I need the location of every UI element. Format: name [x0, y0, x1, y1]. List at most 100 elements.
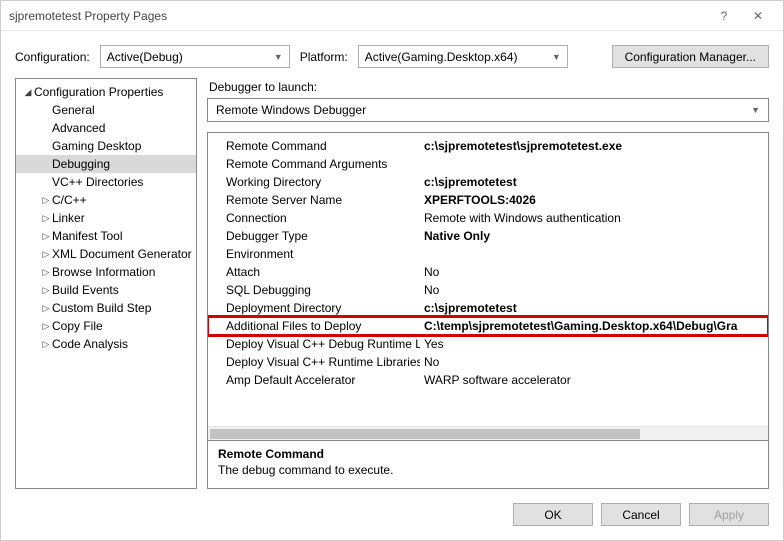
tree-item-label: C/C++: [52, 193, 87, 207]
property-row[interactable]: AttachNo: [208, 263, 768, 281]
platform-label: Platform:: [300, 50, 348, 64]
property-name: Working Directory: [208, 175, 420, 189]
description-panel: Remote Command The debug command to exec…: [207, 441, 769, 489]
property-value[interactable]: No: [420, 283, 768, 297]
property-name: Remote Command: [208, 139, 420, 153]
property-row[interactable]: Deployment Directoryc:\sjpremotetest: [208, 299, 768, 317]
help-button[interactable]: ?: [707, 5, 741, 27]
expand-icon[interactable]: ▷: [40, 339, 52, 350]
chevron-down-icon: ▼: [552, 52, 561, 62]
property-value[interactable]: No: [420, 265, 768, 279]
tree-item-label: Debugging: [52, 157, 110, 171]
platform-combo[interactable]: Active(Gaming.Desktop.x64) ▼: [358, 45, 568, 68]
tree-item-label: Build Events: [52, 283, 119, 297]
property-value[interactable]: Yes: [420, 337, 768, 351]
property-value[interactable]: XPERFTOOLS:4026: [420, 193, 768, 207]
tree-item[interactable]: ▷Browse Information: [16, 263, 196, 281]
property-value[interactable]: c:\sjpremotetest\sjpremotetest.exe: [420, 139, 768, 153]
tree-item-label: Advanced: [52, 121, 105, 135]
window-title: sjpremotetest Property Pages: [9, 9, 707, 23]
property-name: Deploy Visual C++ Debug Runtime Librarie…: [208, 337, 420, 351]
ok-button[interactable]: OK: [513, 503, 593, 526]
property-row[interactable]: SQL DebuggingNo: [208, 281, 768, 299]
property-value[interactable]: c:\sjpremotetest: [420, 301, 768, 315]
property-row[interactable]: Additional Files to DeployC:\temp\sjprem…: [208, 317, 768, 335]
property-value[interactable]: No: [420, 355, 768, 369]
expand-icon[interactable]: ▷: [40, 285, 52, 296]
chevron-down-icon: ▼: [751, 105, 760, 115]
platform-value: Active(Gaming.Desktop.x64): [365, 50, 518, 64]
tree-item[interactable]: ▷Code Analysis: [16, 335, 196, 353]
property-row[interactable]: ConnectionRemote with Windows authentica…: [208, 209, 768, 227]
configuration-label: Configuration:: [15, 50, 90, 64]
config-tree[interactable]: ◢ Configuration Properties General Advanc…: [15, 78, 197, 489]
expand-icon[interactable]: ▷: [40, 303, 52, 314]
tree-item-label: Linker: [52, 211, 85, 225]
chevron-down-icon: ▼: [274, 52, 283, 62]
tree-root[interactable]: ◢ Configuration Properties: [16, 83, 196, 101]
property-row[interactable]: Debugger TypeNative Only: [208, 227, 768, 245]
collapse-icon[interactable]: ◢: [22, 87, 34, 98]
tree-item[interactable]: ▷XML Document Generator: [16, 245, 196, 263]
property-name: Additional Files to Deploy: [208, 319, 420, 333]
tree-item-label: VC++ Directories: [52, 175, 143, 189]
property-row[interactable]: Deploy Visual C++ Runtime LibrariesNo: [208, 353, 768, 371]
property-value[interactable]: Native Only: [420, 229, 768, 243]
close-button[interactable]: ✕: [741, 5, 775, 27]
tree-item[interactable]: Gaming Desktop: [16, 137, 196, 155]
tree-item[interactable]: Debugging: [16, 155, 196, 173]
dialog-footer: OK Cancel Apply: [1, 489, 783, 540]
property-value[interactable]: c:\sjpremotetest: [420, 175, 768, 189]
configuration-manager-button[interactable]: Configuration Manager...: [612, 45, 769, 68]
property-row[interactable]: Environment: [208, 245, 768, 263]
configuration-value: Active(Debug): [107, 50, 183, 64]
property-row[interactable]: Amp Default AcceleratorWARP software acc…: [208, 371, 768, 389]
grid-scrollbar-thumb[interactable]: [210, 429, 640, 439]
expand-icon[interactable]: ▷: [40, 249, 52, 260]
tree-item[interactable]: VC++ Directories: [16, 173, 196, 191]
property-name: Amp Default Accelerator: [208, 373, 420, 387]
property-grid-body[interactable]: Remote Commandc:\sjpremotetest\sjpremote…: [208, 133, 768, 426]
description-text: The debug command to execute.: [218, 463, 758, 477]
property-row[interactable]: Remote Commandc:\sjpremotetest\sjpremote…: [208, 137, 768, 155]
tree-item-label: Copy File: [52, 319, 103, 333]
tree-item[interactable]: General: [16, 101, 196, 119]
tree-item[interactable]: ▷Custom Build Step: [16, 299, 196, 317]
expand-icon[interactable]: ▷: [40, 231, 52, 242]
property-value[interactable]: C:\temp\sjpremotetest\Gaming.Desktop.x64…: [420, 319, 768, 333]
expand-icon[interactable]: ▷: [40, 195, 52, 206]
tree-item[interactable]: ▷Manifest Tool: [16, 227, 196, 245]
property-row[interactable]: Deploy Visual C++ Debug Runtime Librarie…: [208, 335, 768, 353]
tree-item-label: Custom Build Step: [52, 301, 151, 315]
cancel-button[interactable]: Cancel: [601, 503, 681, 526]
property-value[interactable]: WARP software accelerator: [420, 373, 768, 387]
tree-item[interactable]: Advanced: [16, 119, 196, 137]
property-name: Deploy Visual C++ Runtime Libraries: [208, 355, 420, 369]
property-name: Attach: [208, 265, 420, 279]
expand-icon[interactable]: ▷: [40, 267, 52, 278]
debugger-launch-label: Debugger to launch:: [209, 80, 769, 94]
tree-item[interactable]: ▷Copy File: [16, 317, 196, 335]
property-row[interactable]: Remote Server NameXPERFTOOLS:4026: [208, 191, 768, 209]
titlebar: sjpremotetest Property Pages ? ✕: [1, 1, 783, 31]
expand-icon[interactable]: ▷: [40, 321, 52, 332]
apply-button: Apply: [689, 503, 769, 526]
property-row[interactable]: Working Directoryc:\sjpremotetest: [208, 173, 768, 191]
property-row[interactable]: Remote Command Arguments: [208, 155, 768, 173]
tree-item-label: Browse Information: [52, 265, 155, 279]
debugger-launch-combo[interactable]: Remote Windows Debugger ▼: [207, 98, 769, 122]
configuration-combo[interactable]: Active(Debug) ▼: [100, 45, 290, 68]
property-name: Connection: [208, 211, 420, 225]
grid-scrollbar[interactable]: [208, 426, 768, 440]
property-name: Remote Command Arguments: [208, 157, 420, 171]
expand-icon[interactable]: ▷: [40, 213, 52, 224]
property-value[interactable]: Remote with Windows authentication: [420, 211, 768, 225]
property-pages-window: sjpremotetest Property Pages ? ✕ Configu…: [0, 0, 784, 541]
tree-item[interactable]: ▷C/C++: [16, 191, 196, 209]
property-grid: Remote Commandc:\sjpremotetest\sjpremote…: [207, 132, 769, 441]
tree-item[interactable]: ▷Linker: [16, 209, 196, 227]
description-title: Remote Command: [218, 447, 758, 461]
tree-item-label: XML Document Generator: [52, 247, 192, 261]
tree-item[interactable]: ▷Build Events: [16, 281, 196, 299]
main-area: ◢ Configuration Properties General Advanc…: [1, 78, 783, 489]
